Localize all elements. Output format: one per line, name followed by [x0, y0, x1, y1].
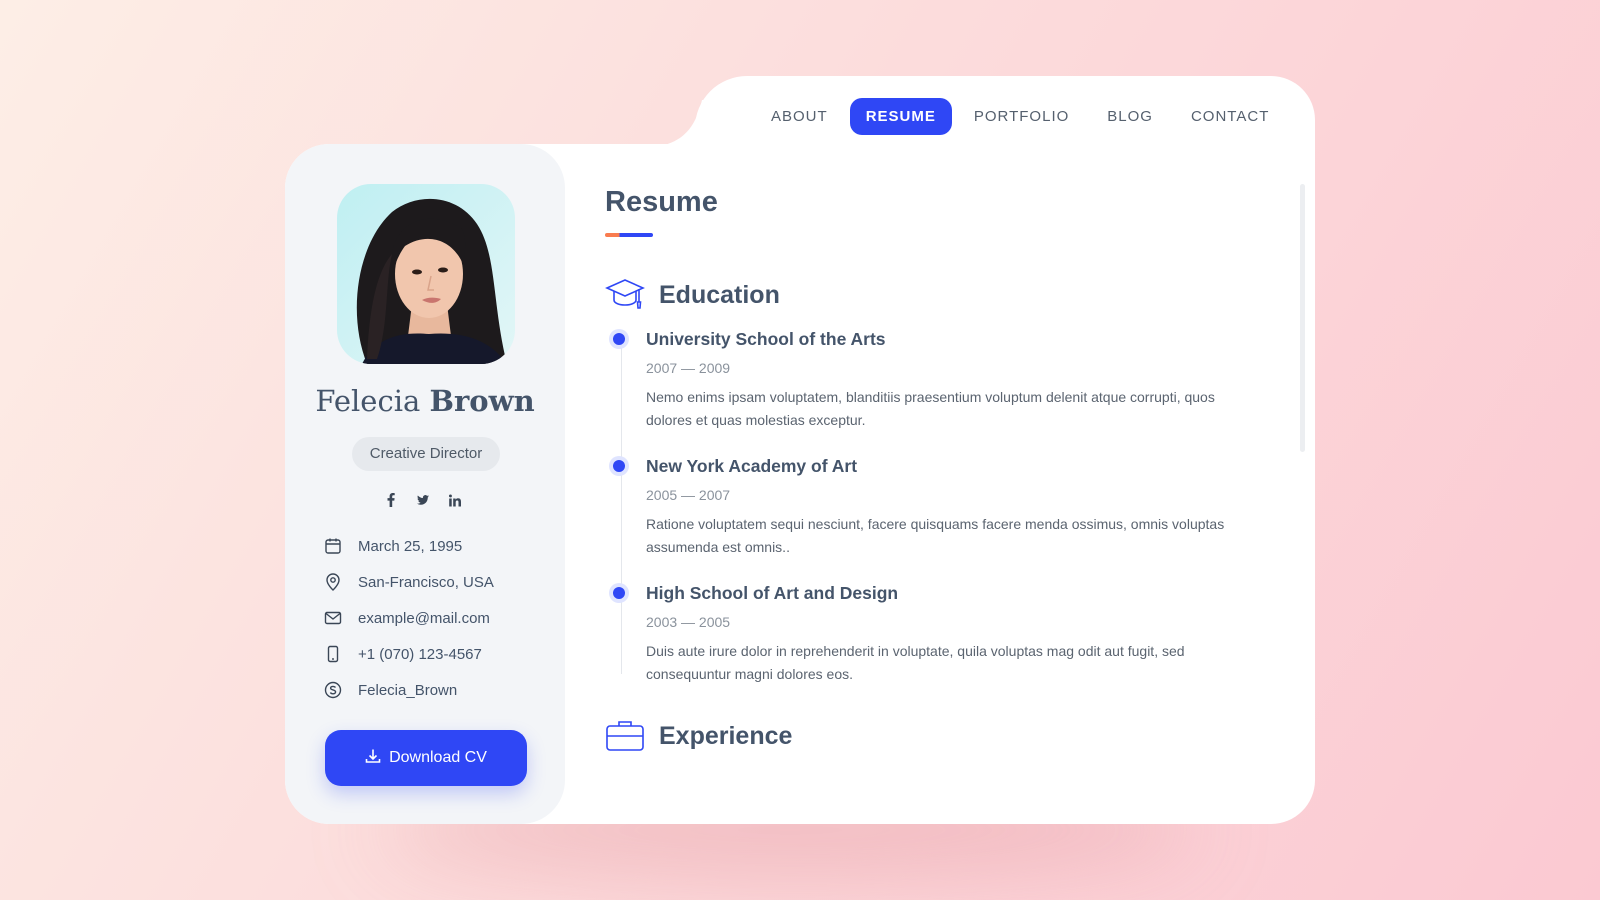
info-text: Felecia_Brown — [358, 681, 458, 699]
avatar-portrait-icon — [356, 198, 507, 364]
education-timeline: University School of the Arts 2007 — 200… — [613, 329, 1255, 686]
nav-contact[interactable]: CONTACT — [1175, 98, 1285, 135]
period: 2005 — 2007 — [646, 487, 731, 503]
nav-about[interactable]: ABOUT — [755, 98, 844, 135]
timeline-dot — [613, 587, 625, 599]
education-heading: Education — [659, 280, 780, 309]
school-name: New York Academy of Art — [646, 456, 858, 476]
contact-info-list: March 25, 1995 San-Francisco, USA exampl… — [323, 528, 494, 708]
page-title: Resume — [605, 186, 718, 218]
calendar-icon — [323, 536, 343, 556]
last-name: Brown — [429, 384, 535, 418]
description: Ratione voluptatem sequi nesciunt, facer… — [646, 516, 1225, 555]
nav-blog[interactable]: BLOG — [1091, 98, 1169, 135]
title-underline — [605, 233, 653, 237]
school-name: High School of Art and Design — [646, 583, 899, 603]
location-pin-icon — [323, 572, 343, 592]
profile-name: Felecia Brown — [285, 384, 565, 418]
timeline-dot — [613, 460, 625, 472]
twitter-icon[interactable] — [417, 492, 429, 508]
content-scrollbar[interactable] — [1300, 184, 1305, 452]
info-text: example@mail.com — [358, 609, 490, 627]
phone-icon — [323, 644, 343, 664]
timeline-dot — [613, 333, 625, 345]
graduation-cap-icon — [605, 275, 645, 315]
experience-heading: Experience — [659, 721, 793, 750]
role-badge: Creative Director — [352, 437, 500, 471]
info-text: +1 (070) 123-4567 — [358, 645, 482, 663]
main-nav: ABOUT RESUME PORTFOLIO BLOG CONTACT — [755, 98, 1291, 135]
download-cv-button[interactable]: Download CV — [325, 730, 527, 786]
education-item: High School of Art and Design 2003 — 200… — [613, 583, 1255, 686]
info-birthday: March 25, 1995 — [323, 528, 494, 564]
briefcase-icon — [605, 716, 645, 756]
info-email: example@mail.com — [323, 600, 494, 636]
social-links — [385, 492, 461, 508]
nav-portfolio[interactable]: PORTFOLIO — [958, 98, 1085, 135]
avatar — [337, 184, 515, 364]
info-phone: +1 (070) 123-4567 — [323, 636, 494, 672]
nav-join-curve — [640, 100, 710, 150]
period: 2007 — 2009 — [646, 360, 731, 376]
download-cv-label: Download CV — [389, 749, 487, 766]
period: 2003 — 2005 — [646, 614, 731, 630]
resume-content: Resume Education University School of th… — [605, 186, 1255, 786]
nav-resume[interactable]: RESUME — [849, 98, 952, 135]
experience-header: Experience — [605, 716, 1255, 756]
first-name: Felecia — [315, 384, 421, 418]
mail-icon — [323, 608, 343, 628]
info-skype: Felecia_Brown — [323, 672, 494, 708]
description: Nemo enims ipsam voluptatem, blanditiis … — [646, 389, 1215, 428]
description: Duis aute irure dolor in reprehenderit i… — [646, 643, 1185, 682]
education-item: University School of the Arts 2007 — 200… — [613, 329, 1255, 432]
info-text: San-Francisco, USA — [358, 573, 494, 591]
school-name: University School of the Arts — [646, 329, 886, 349]
info-location: San-Francisco, USA — [323, 564, 494, 600]
info-text: March 25, 1995 — [358, 537, 463, 555]
education-item: New York Academy of Art 2005 — 2007 Rati… — [613, 456, 1255, 559]
linkedin-icon[interactable] — [449, 492, 461, 508]
facebook-icon[interactable] — [385, 492, 397, 508]
education-header: Education — [605, 275, 1255, 315]
skype-icon — [323, 680, 343, 700]
download-icon — [365, 748, 381, 769]
